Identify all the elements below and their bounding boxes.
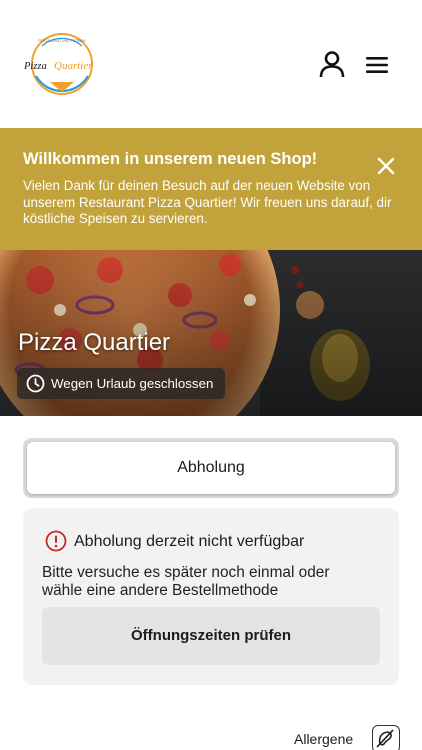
banner-title: Willkommen in unserem neuen Shop!: [23, 150, 318, 168]
user-icon[interactable]: [318, 50, 346, 78]
svg-text:Quartier: Quartier: [54, 60, 93, 72]
menu-icon[interactable]: [364, 54, 390, 76]
restaurant-logo[interactable]: RESTAURANT UND PIZZERIA Pizza Quartier: [22, 30, 102, 98]
notice-title: Abholung derzeit nicht verfügbar: [74, 533, 305, 550]
notice-text: Bitte versuche es später noch einmal ode…: [42, 564, 330, 599]
pickup-button[interactable]: Abholung: [27, 442, 395, 494]
info-icon: [45, 530, 67, 552]
check-opening-hours-button[interactable]: Öffnungszeiten prüfen: [42, 607, 380, 665]
status-badge: Wegen Urlaub geschlossen: [17, 368, 226, 399]
allergen-glyph: [376, 729, 394, 748]
logo-graphic: RESTAURANT UND PIZZERIA Pizza Quartier: [23, 33, 93, 95]
hero-image: Pizza Quartier Wegen Urlaub geschlossen: [0, 250, 422, 416]
hero-title: Pizza Quartier: [18, 329, 171, 356]
welcome-banner: Willkommen in unserem neuen Shop! Vielen…: [0, 128, 422, 250]
close-icon[interactable]: [376, 156, 396, 176]
banner-text: Vielen Dank für deinen Besuch auf der ne…: [23, 178, 392, 226]
svg-text:Pizza: Pizza: [23, 61, 47, 72]
status-text: Wegen Urlaub geschlossen: [51, 376, 214, 391]
logo-subtitle: RESTAURANT UND PIZZERIA: [38, 39, 86, 43]
order-method-selector: Abholung: [23, 438, 399, 498]
allergen-icon[interactable]: [372, 725, 400, 750]
availability-notice: Abholung derzeit nicht verfügbar Bitte v…: [23, 508, 399, 685]
header: RESTAURANT UND PIZZERIA Pizza Quartier: [0, 0, 422, 128]
clock-icon: [26, 374, 45, 393]
allergene-link[interactable]: Allergene: [294, 731, 353, 747]
